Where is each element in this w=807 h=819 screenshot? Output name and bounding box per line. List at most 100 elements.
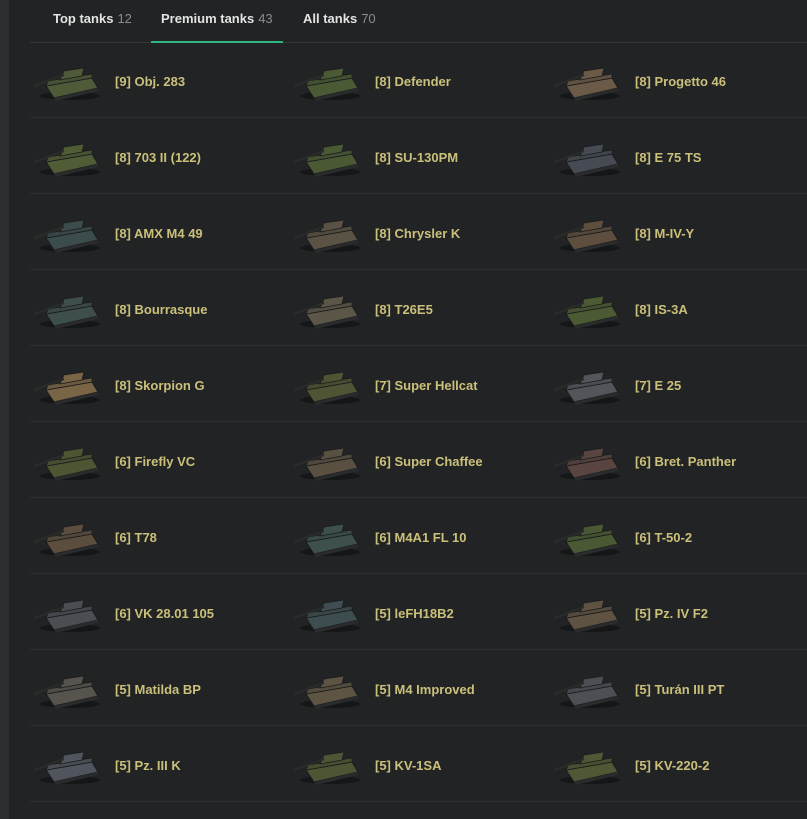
tank-icon xyxy=(293,295,360,329)
tank-name: [8] Skorpion G xyxy=(115,378,205,393)
tank-item[interactable]: [6] Super Chaffee xyxy=(290,422,550,497)
tank-row: [6] Firefly VC [6] Super Chaffee [6] Bret.… xyxy=(30,422,807,498)
tank-item[interactable]: [7] Super Hellcat xyxy=(290,346,550,421)
tank-item[interactable]: [5] M4 Improved xyxy=(290,650,550,725)
tank-name: [6] T-50-2 xyxy=(635,530,693,545)
tank-item[interactable]: [8] Bourrasque xyxy=(30,270,290,345)
tank-icon xyxy=(33,751,100,785)
tank-icon xyxy=(293,371,360,405)
tank-icon xyxy=(293,751,360,785)
tank-item[interactable]: [5] leFH18B2 xyxy=(290,574,550,649)
tank-grid: [9] Obj. 283 [8] Defender [8] Progetto 46[… xyxy=(30,42,807,802)
tank-icon xyxy=(293,219,360,253)
tab-count: 70 xyxy=(361,11,376,26)
tank-icon xyxy=(293,447,360,481)
tank-item[interactable]: [6] T-50-2 xyxy=(550,498,807,573)
tank-row: [5] Matilda BP [5] M4 Improved [5] Turán I… xyxy=(30,650,807,726)
tank-item[interactable]: [6] T78 xyxy=(30,498,290,573)
tank-row: [6] T78 [6] M4A1 FL 10 [6] T-50-2 xyxy=(30,498,807,574)
tank-item[interactable]: [5] Matilda BP xyxy=(30,650,290,725)
tab-bar: Top tanks 12 Premium tanks 43 All tanks 70 xyxy=(30,0,807,43)
tank-icon xyxy=(33,219,100,253)
tank-name: [8] Defender xyxy=(375,74,451,89)
tank-icon xyxy=(33,67,100,101)
tank-name: [5] Pz. III K xyxy=(115,758,181,773)
tank-name: [7] Super Hellcat xyxy=(375,378,478,393)
tank-name: [8] M-IV-Y xyxy=(635,226,695,241)
tank-item[interactable]: [5] KV-1SA xyxy=(290,726,550,801)
left-sidebar-edge xyxy=(0,0,9,819)
tank-item[interactable]: [7] E 25 xyxy=(550,346,807,421)
tank-icon xyxy=(553,219,620,253)
tank-item[interactable]: [8] Chrysler K xyxy=(290,194,550,269)
tank-icon xyxy=(293,599,360,633)
tab-premium-tanks[interactable]: Premium tanks 43 xyxy=(151,0,283,43)
tank-icon xyxy=(293,67,360,101)
tank-name: [5] Matilda BP xyxy=(115,682,201,697)
tab-all-tanks[interactable]: All tanks 70 xyxy=(303,0,376,42)
tank-icon xyxy=(293,523,360,557)
tank-icon xyxy=(33,523,100,557)
tank-row: [8] AMX M4 49 [8] Chrysler K [8] M-IV-Y xyxy=(30,194,807,270)
tank-name: [6] Bret. Panther xyxy=(635,454,737,469)
tank-icon xyxy=(33,371,100,405)
tank-name: [7] E 25 xyxy=(635,378,682,393)
tank-item[interactable]: [8] Progetto 46 xyxy=(550,42,807,117)
tank-row: [6] VK 28.01 105 [5] leFH18B2 [5] Pz. IV F… xyxy=(30,574,807,650)
tank-icon xyxy=(33,295,100,329)
tab-top-tanks[interactable]: Top tanks 12 xyxy=(53,0,132,42)
tank-item[interactable]: [6] VK 28.01 105 xyxy=(30,574,290,649)
tank-icon xyxy=(293,675,360,709)
tank-row: [8] Skorpion G [7] Super Hellcat [7] E 25 xyxy=(30,346,807,422)
tank-name: [8] Chrysler K xyxy=(375,226,461,241)
tank-item[interactable]: [6] Bret. Panther xyxy=(550,422,807,497)
tank-name: [6] T78 xyxy=(115,530,157,545)
tank-icon xyxy=(553,295,620,329)
tank-icon xyxy=(33,447,100,481)
tank-item[interactable]: [8] E 75 TS xyxy=(550,118,807,193)
tank-item[interactable]: [6] Firefly VC xyxy=(30,422,290,497)
tank-name: [6] M4A1 FL 10 xyxy=(375,530,467,545)
tank-icon xyxy=(553,371,620,405)
tank-item[interactable]: [8] AMX M4 49 xyxy=(30,194,290,269)
tank-item[interactable]: [9] Obj. 283 xyxy=(30,42,290,117)
tank-name: [5] KV-220-2 xyxy=(635,758,710,773)
tank-name: [5] KV-1SA xyxy=(375,758,442,773)
tank-icon xyxy=(33,675,100,709)
tank-item[interactable]: [8] M-IV-Y xyxy=(550,194,807,269)
tab-count: 12 xyxy=(117,11,132,26)
tank-icon xyxy=(553,751,620,785)
tank-item[interactable]: [5] KV-220-2 xyxy=(550,726,807,801)
tank-name: [8] E 75 TS xyxy=(635,150,702,165)
tank-icon xyxy=(33,599,100,633)
tank-name: [6] VK 28.01 105 xyxy=(115,606,215,621)
tank-item[interactable]: [5] Pz. III K xyxy=(30,726,290,801)
tab-label: Top tanks xyxy=(53,11,114,26)
tank-item[interactable]: [5] Pz. IV F2 xyxy=(550,574,807,649)
tank-item[interactable]: [8] Defender xyxy=(290,42,550,117)
tank-icon xyxy=(553,675,620,709)
tank-item[interactable]: [8] Skorpion G xyxy=(30,346,290,421)
tank-item[interactable]: [5] Turán III PT xyxy=(550,650,807,725)
tank-icon xyxy=(553,67,620,101)
tank-name: [5] Turán III PT xyxy=(635,682,725,697)
tank-name: [8] Progetto 46 xyxy=(635,74,727,89)
tank-item[interactable]: [8] T26E5 xyxy=(290,270,550,345)
tank-name: [8] Bourrasque xyxy=(115,302,208,317)
tank-name: [6] Firefly VC xyxy=(115,454,196,469)
tab-count: 43 xyxy=(258,11,273,26)
tank-name: [8] T26E5 xyxy=(375,302,433,317)
tank-name: [8] 703 II (122) xyxy=(115,150,201,165)
tank-name: [8] IS-3A xyxy=(635,302,688,317)
tank-icon xyxy=(553,523,620,557)
tank-name: [8] AMX M4 49 xyxy=(115,226,203,241)
tank-icon xyxy=(553,143,620,177)
tank-row: [5] Pz. III K [5] KV-1SA [5] KV-220-2 xyxy=(30,726,807,802)
tank-item[interactable]: [8] SU-130PM xyxy=(290,118,550,193)
tank-item[interactable]: [8] IS-3A xyxy=(550,270,807,345)
tank-name: [5] leFH18B2 xyxy=(375,606,454,621)
tank-row: [9] Obj. 283 [8] Defender [8] Progetto 46 xyxy=(30,42,807,118)
tank-icon xyxy=(553,447,620,481)
tank-item[interactable]: [6] M4A1 FL 10 xyxy=(290,498,550,573)
tank-item[interactable]: [8] 703 II (122) xyxy=(30,118,290,193)
